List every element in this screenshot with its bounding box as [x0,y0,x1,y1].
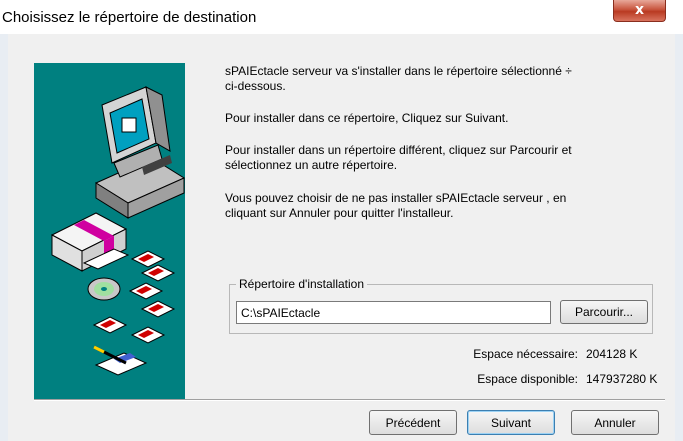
dialog-client-area: sPAIEctacle serveur va s'installer dans … [8,34,675,441]
space-required-label: Espace nécessaire: [473,347,578,361]
window-title: Choisissez le répertoire de destination [2,9,257,26]
installer-illustration [34,63,185,400]
space-available-value: 147937280 K [586,372,658,386]
description-line-3b: sélectionnez un autre répertoire. [225,158,398,172]
pen-paper-icon [93,345,148,376]
install-path-input[interactable] [236,301,551,324]
illustration-graphic [50,86,185,376]
next-button[interactable]: Suivant [467,410,555,435]
description-line-1b: ci-dessous. [225,79,286,93]
back-button[interactable]: Précédent [369,410,457,435]
computer-icon [94,86,185,219]
window-frame-right [675,34,683,441]
cd-disc-icon [87,277,121,301]
description-line-3a: Pour installer dans un répertoire différ… [225,143,572,157]
close-icon: x [634,2,645,18]
space-required-value: 204128 K [586,347,638,361]
browse-button[interactable]: Parcourir... [560,300,648,324]
software-box-icon [50,212,130,272]
install-directory-label: Répertoire d'installation [236,277,368,291]
description-line-2: Pour installer dans ce répertoire, Cliqu… [225,111,509,125]
space-available-label: Espace disponible: [477,372,578,386]
description-line-4b: cliquant sur Annuler pour quitter l'inst… [225,206,454,220]
window-frame-left [0,34,8,441]
description-line-1a: sPAIEctacle serveur va s'installer dans … [225,64,572,78]
description-line-4a: Vous pouvez choisir de ne pas installer … [225,191,567,205]
cancel-button[interactable]: Annuler [571,410,659,435]
close-button[interactable]: x [613,0,666,22]
footer-separator [34,399,665,401]
title-bar: Choisissez le répertoire de destination … [0,0,683,34]
